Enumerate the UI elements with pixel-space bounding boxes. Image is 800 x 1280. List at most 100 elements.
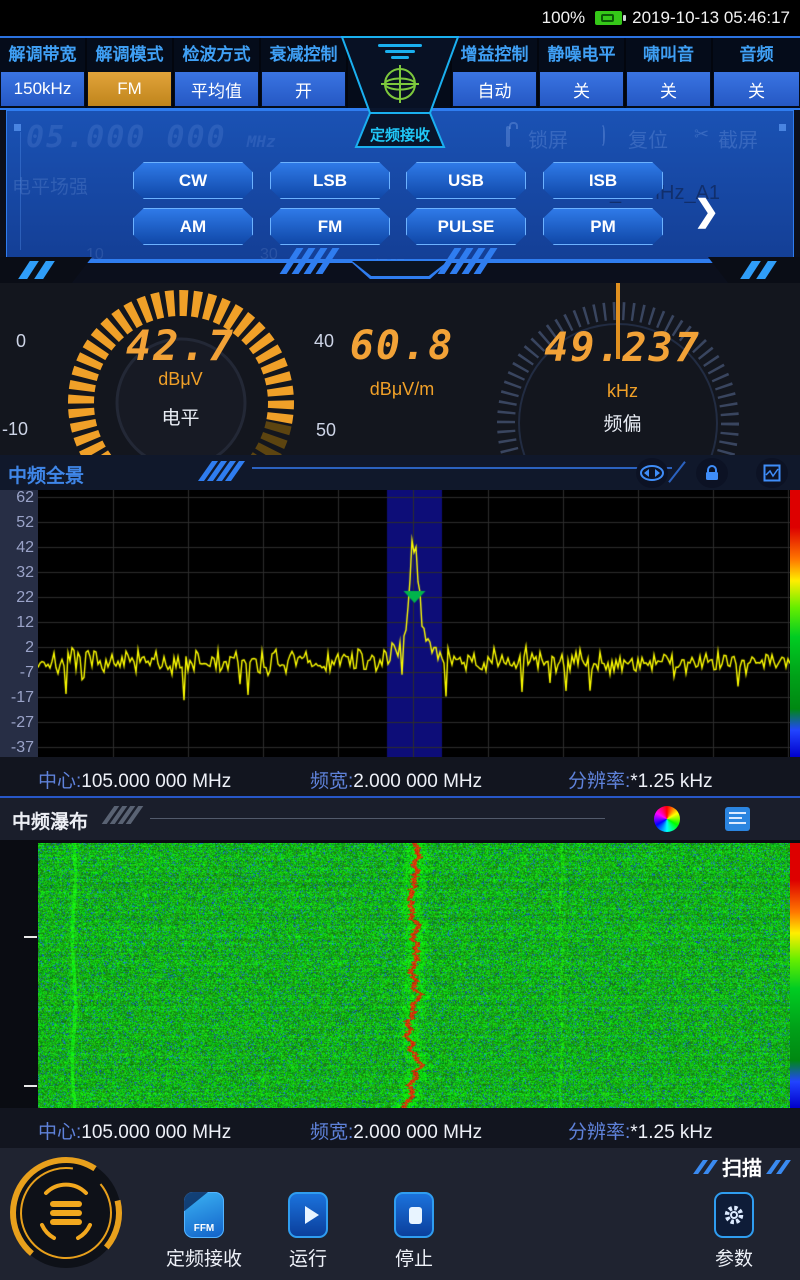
- mode-button-lsb[interactable]: LSB: [270, 162, 390, 199]
- demod-bandwidth-button[interactable]: 150kHz: [1, 72, 84, 106]
- spectrum-canvas[interactable]: [38, 490, 790, 757]
- span-readout: 频宽:2.000 000 MHz: [310, 766, 482, 793]
- params-icon: [714, 1192, 754, 1238]
- chevron-bar: [385, 50, 415, 53]
- freq-offset-value: 49.237: [535, 325, 710, 371]
- list-icon[interactable]: [725, 807, 750, 831]
- chevron-bar: [391, 56, 409, 59]
- screenshot-button[interactable]: 截屏: [718, 124, 758, 153]
- menu-label: 解调带宽: [0, 38, 85, 71]
- gauge-tick-label: 0: [16, 331, 26, 352]
- lock-screen-icon[interactable]: [506, 128, 510, 146]
- panel-bottom-tab: [350, 261, 450, 279]
- field-strength-value: 60.8: [322, 323, 482, 369]
- toolbar-item-run[interactable]: 运行: [262, 1192, 354, 1271]
- freq-offset-unit: kHz: [535, 381, 710, 402]
- waterfall-tick: [24, 1085, 37, 1087]
- next-page-arrow[interactable]: ❯: [694, 194, 719, 229]
- meters-section: 0 40 -10 50 42.7 dBμV 电平 60.8 dBμV/m 49.…: [0, 283, 800, 455]
- gain-control-button[interactable]: 自动: [453, 72, 536, 106]
- menu-label: 啸叫音: [626, 38, 711, 71]
- status-bar: 100% 2019-10-13 05:46:17: [0, 0, 800, 36]
- reset-icon[interactable]: [601, 127, 605, 145]
- level-label: 电平: [98, 403, 263, 430]
- mode-button-fm[interactable]: FM: [270, 208, 390, 245]
- gauge-tick-label: 50: [316, 420, 336, 441]
- waterfall-canvas[interactable]: [38, 843, 790, 1108]
- ffm-mode-label: 定频接收: [341, 124, 459, 145]
- menu-label: 静噪电平: [539, 38, 624, 71]
- field-strength-unit: dBμV/m: [322, 379, 482, 400]
- menu-item-attenuation: 衰减控制 开: [261, 38, 348, 108]
- deco-stripes: [205, 461, 238, 481]
- mode-button-pulse[interactable]: PULSE: [406, 208, 526, 245]
- ffm-mode-badge[interactable]: 定频接收: [341, 36, 459, 148]
- battery-percent: 100%: [542, 8, 585, 28]
- waterfall-tick: [24, 936, 37, 938]
- toolbar-item-params[interactable]: 参数: [688, 1192, 780, 1271]
- y-tick-label: 12: [2, 614, 34, 632]
- mode-button-usb[interactable]: USB: [406, 162, 526, 199]
- scan-label: 扫描: [722, 1152, 762, 1181]
- palette-icon[interactable]: [654, 806, 680, 832]
- ffm-icon: FFM: [184, 1192, 224, 1238]
- menu-item-demod-mode: 解调模式 FM: [87, 38, 174, 108]
- toolbar-item-stop[interactable]: 停止: [368, 1192, 460, 1271]
- scan-tab[interactable]: 扫描: [698, 1152, 786, 1181]
- spectrum-header: 中频全景: [0, 455, 800, 490]
- mode-button-pm[interactable]: PM: [543, 208, 663, 245]
- howl-tone-button[interactable]: 关: [627, 72, 710, 106]
- receiver-app: 100% 2019-10-13 05:46:17 解调带宽 150kHz 解调模…: [0, 0, 800, 1280]
- level-unit: dBμV: [98, 369, 263, 390]
- freq-offset-label: 频偏: [535, 409, 710, 436]
- datetime: 2019-10-13 05:46:17: [632, 8, 790, 28]
- trace-settings-icon[interactable]: [756, 458, 788, 488]
- menu-item-audio: 音频 关: [713, 38, 800, 108]
- y-tick-label: 32: [2, 564, 34, 582]
- waterfall-title: 中频瀑布: [12, 807, 88, 834]
- panel-corner-marker: [779, 124, 786, 131]
- deco-corner-right: [708, 257, 800, 283]
- waterfall-colorbar: [790, 843, 800, 1108]
- waterfall-plot: [0, 840, 800, 1108]
- waterfall-header: 中频瀑布: [0, 798, 800, 840]
- mode-button-isb[interactable]: ISB: [543, 162, 663, 199]
- main-menu-button[interactable]: [6, 1153, 126, 1273]
- deco-stripes: [288, 248, 331, 274]
- detector-mode-button[interactable]: 平均值: [175, 72, 258, 106]
- deco-corner-left: [0, 257, 92, 283]
- y-tick-label: 62: [2, 489, 34, 507]
- audio-button[interactable]: 关: [714, 72, 799, 106]
- y-tick-label: 2: [2, 639, 34, 657]
- toolbar-item-label: 停止: [368, 1244, 460, 1271]
- menu-label: 衰减控制: [261, 38, 346, 71]
- menu-item-demod-bandwidth: 解调带宽 150kHz: [0, 38, 87, 108]
- reset-button[interactable]: 复位: [628, 124, 668, 153]
- y-tick-label: 52: [2, 514, 34, 532]
- menu-item-gain-control: 增益控制 自动: [452, 38, 539, 108]
- y-tick-label: -27: [2, 714, 34, 732]
- level-value: 42.7: [98, 321, 263, 370]
- menu-label: 音频: [713, 38, 800, 71]
- attenuation-button[interactable]: 开: [262, 72, 345, 106]
- ghost-level-field-label: 电平场强: [12, 172, 88, 199]
- toolbar-item-label: 运行: [262, 1244, 354, 1271]
- mode-button-am[interactable]: AM: [133, 208, 253, 245]
- screenshot-icon[interactable]: ✂: [694, 124, 709, 145]
- demod-mode-button[interactable]: FM: [88, 72, 171, 106]
- squelch-button[interactable]: 关: [540, 72, 623, 106]
- mode-button-cw[interactable]: CW: [133, 162, 253, 199]
- ghost-frequency-display: 05.000 000 MHz: [26, 120, 276, 155]
- resolution-readout: 分辨率:*1.25 kHz: [568, 766, 713, 793]
- deco-line: [668, 461, 686, 483]
- lock-screen-button[interactable]: 锁屏: [528, 124, 568, 153]
- lock-icon[interactable]: [696, 458, 728, 488]
- toolbar-item-label: 定频接收: [158, 1244, 250, 1271]
- spectrum-info-row: 中心:105.000 000 MHz 频宽:2.000 000 MHz 分辨率:…: [0, 757, 800, 798]
- pan-icon[interactable]: [636, 458, 668, 488]
- deco-line: [252, 467, 672, 469]
- menu-item-squelch: 静噪电平 关: [539, 38, 626, 108]
- toolbar-item-ffm[interactable]: FFM 定频接收: [158, 1192, 250, 1271]
- span-readout: 频宽:2.000 000 MHz: [310, 1117, 482, 1144]
- y-tick-label: -37: [2, 739, 34, 757]
